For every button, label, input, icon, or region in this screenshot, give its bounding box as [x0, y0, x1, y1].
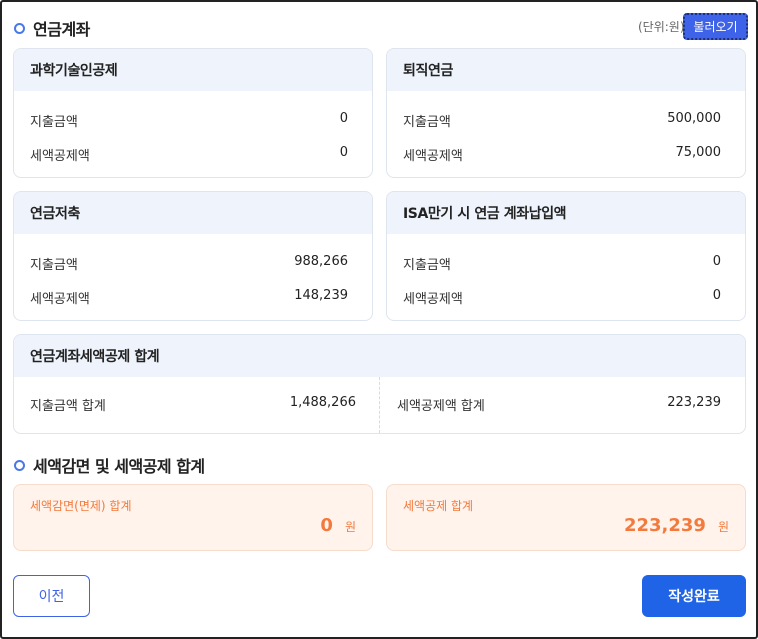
card-title: ISA만기 시 연금 계좌납입액 [387, 192, 745, 234]
row-expense-total: 지출금액 합계 1,488,266 [30, 395, 356, 414]
row-label: 세액공제액 [30, 292, 90, 307]
row-tax-credit: 세액공제액 148,239 [30, 288, 348, 307]
row-tax-credit: 세액공제액 0 [30, 145, 348, 164]
card-title: 연금계좌세액공제 합계 [14, 335, 745, 377]
row-value: 0 [339, 111, 348, 126]
row-value: 0 [712, 254, 721, 269]
row-expense: 지출금액 988,266 [30, 254, 348, 273]
card-pension-total: 연금계좌세액공제 합계 지출금액 합계 1,488,266 세액공제액 합계 2… [13, 334, 746, 434]
row-label: 세액공제액 합계 [397, 399, 485, 414]
tax-value: 0 [320, 515, 333, 536]
tax-amount: 223,239 원 [624, 515, 729, 536]
section-title: 세액감면 및 세액공제 합계 [33, 457, 205, 476]
row-label: 세액공제액 [403, 149, 463, 164]
circle-bullet-icon [14, 459, 25, 471]
load-button[interactable]: 불러오기 [683, 13, 748, 40]
currency-unit: 원 [344, 520, 356, 534]
row-label: 지출금액 [30, 115, 78, 130]
row-expense: 지출금액 500,000 [403, 111, 721, 130]
row-tax-credit: 세액공제액 75,000 [403, 145, 721, 164]
tax-amount: 0 원 [320, 515, 356, 536]
currency-unit: 원 [717, 520, 729, 534]
divider [379, 377, 380, 433]
circle-bullet-icon [14, 22, 25, 34]
card-tax-credit-total: 세액공제 합계 223,239 원 [386, 484, 746, 551]
card-title: 퇴직연금 [387, 49, 745, 91]
section-header-tax-summary: 세액감면 및 세액공제 합계 [14, 453, 205, 477]
section-title: 연금계좌 [33, 20, 90, 39]
card-tax-reduction-total: 세액감면(면제) 합계 0 원 [13, 484, 373, 551]
tax-label: 세액공제 합계 [403, 499, 474, 513]
row-value: 0 [712, 288, 721, 303]
row-expense: 지출금액 0 [30, 111, 348, 130]
row-value: 1,488,266 [289, 395, 356, 410]
pension-account-panel: 연금계좌 (단위:원) 불러오기 과학기술인공제 지출금액 0 세액공제액 0 … [0, 0, 758, 639]
card-title: 연금저축 [14, 192, 372, 234]
row-label: 지출금액 합계 [30, 399, 106, 414]
row-expense: 지출금액 0 [403, 254, 721, 273]
tax-value: 223,239 [623, 515, 706, 536]
unit-label: (단위:원) [638, 20, 685, 34]
tax-label: 세액감면(면제) 합계 [30, 499, 132, 513]
row-value: 75,000 [675, 145, 722, 160]
row-label: 세액공제액 [30, 149, 90, 164]
card-science-mutual-aid: 과학기술인공제 지출금액 0 세액공제액 0 [13, 48, 373, 178]
row-value: 0 [339, 145, 348, 160]
row-value: 500,000 [667, 111, 721, 126]
card-retirement-pension: 퇴직연금 지출금액 500,000 세액공제액 75,000 [386, 48, 746, 178]
row-label: 지출금액 [30, 258, 78, 273]
row-tax-credit-total: 세액공제액 합계 223,239 [397, 395, 721, 414]
row-label: 지출금액 [403, 115, 451, 130]
row-tax-credit: 세액공제액 0 [403, 288, 721, 307]
row-value: 988,266 [294, 254, 348, 269]
card-isa-pension-transfer: ISA만기 시 연금 계좌납입액 지출금액 0 세액공제액 0 [386, 191, 746, 321]
card-title: 과학기술인공제 [14, 49, 372, 91]
card-pension-savings: 연금저축 지출금액 988,266 세액공제액 148,239 [13, 191, 373, 321]
section-header-pension: 연금계좌 [14, 16, 90, 40]
row-value: 223,239 [667, 395, 721, 410]
prev-button[interactable]: 이전 [13, 575, 90, 617]
row-label: 지출금액 [403, 258, 451, 273]
row-value: 148,239 [294, 288, 348, 303]
complete-button[interactable]: 작성완료 [642, 575, 746, 617]
row-label: 세액공제액 [403, 292, 463, 307]
